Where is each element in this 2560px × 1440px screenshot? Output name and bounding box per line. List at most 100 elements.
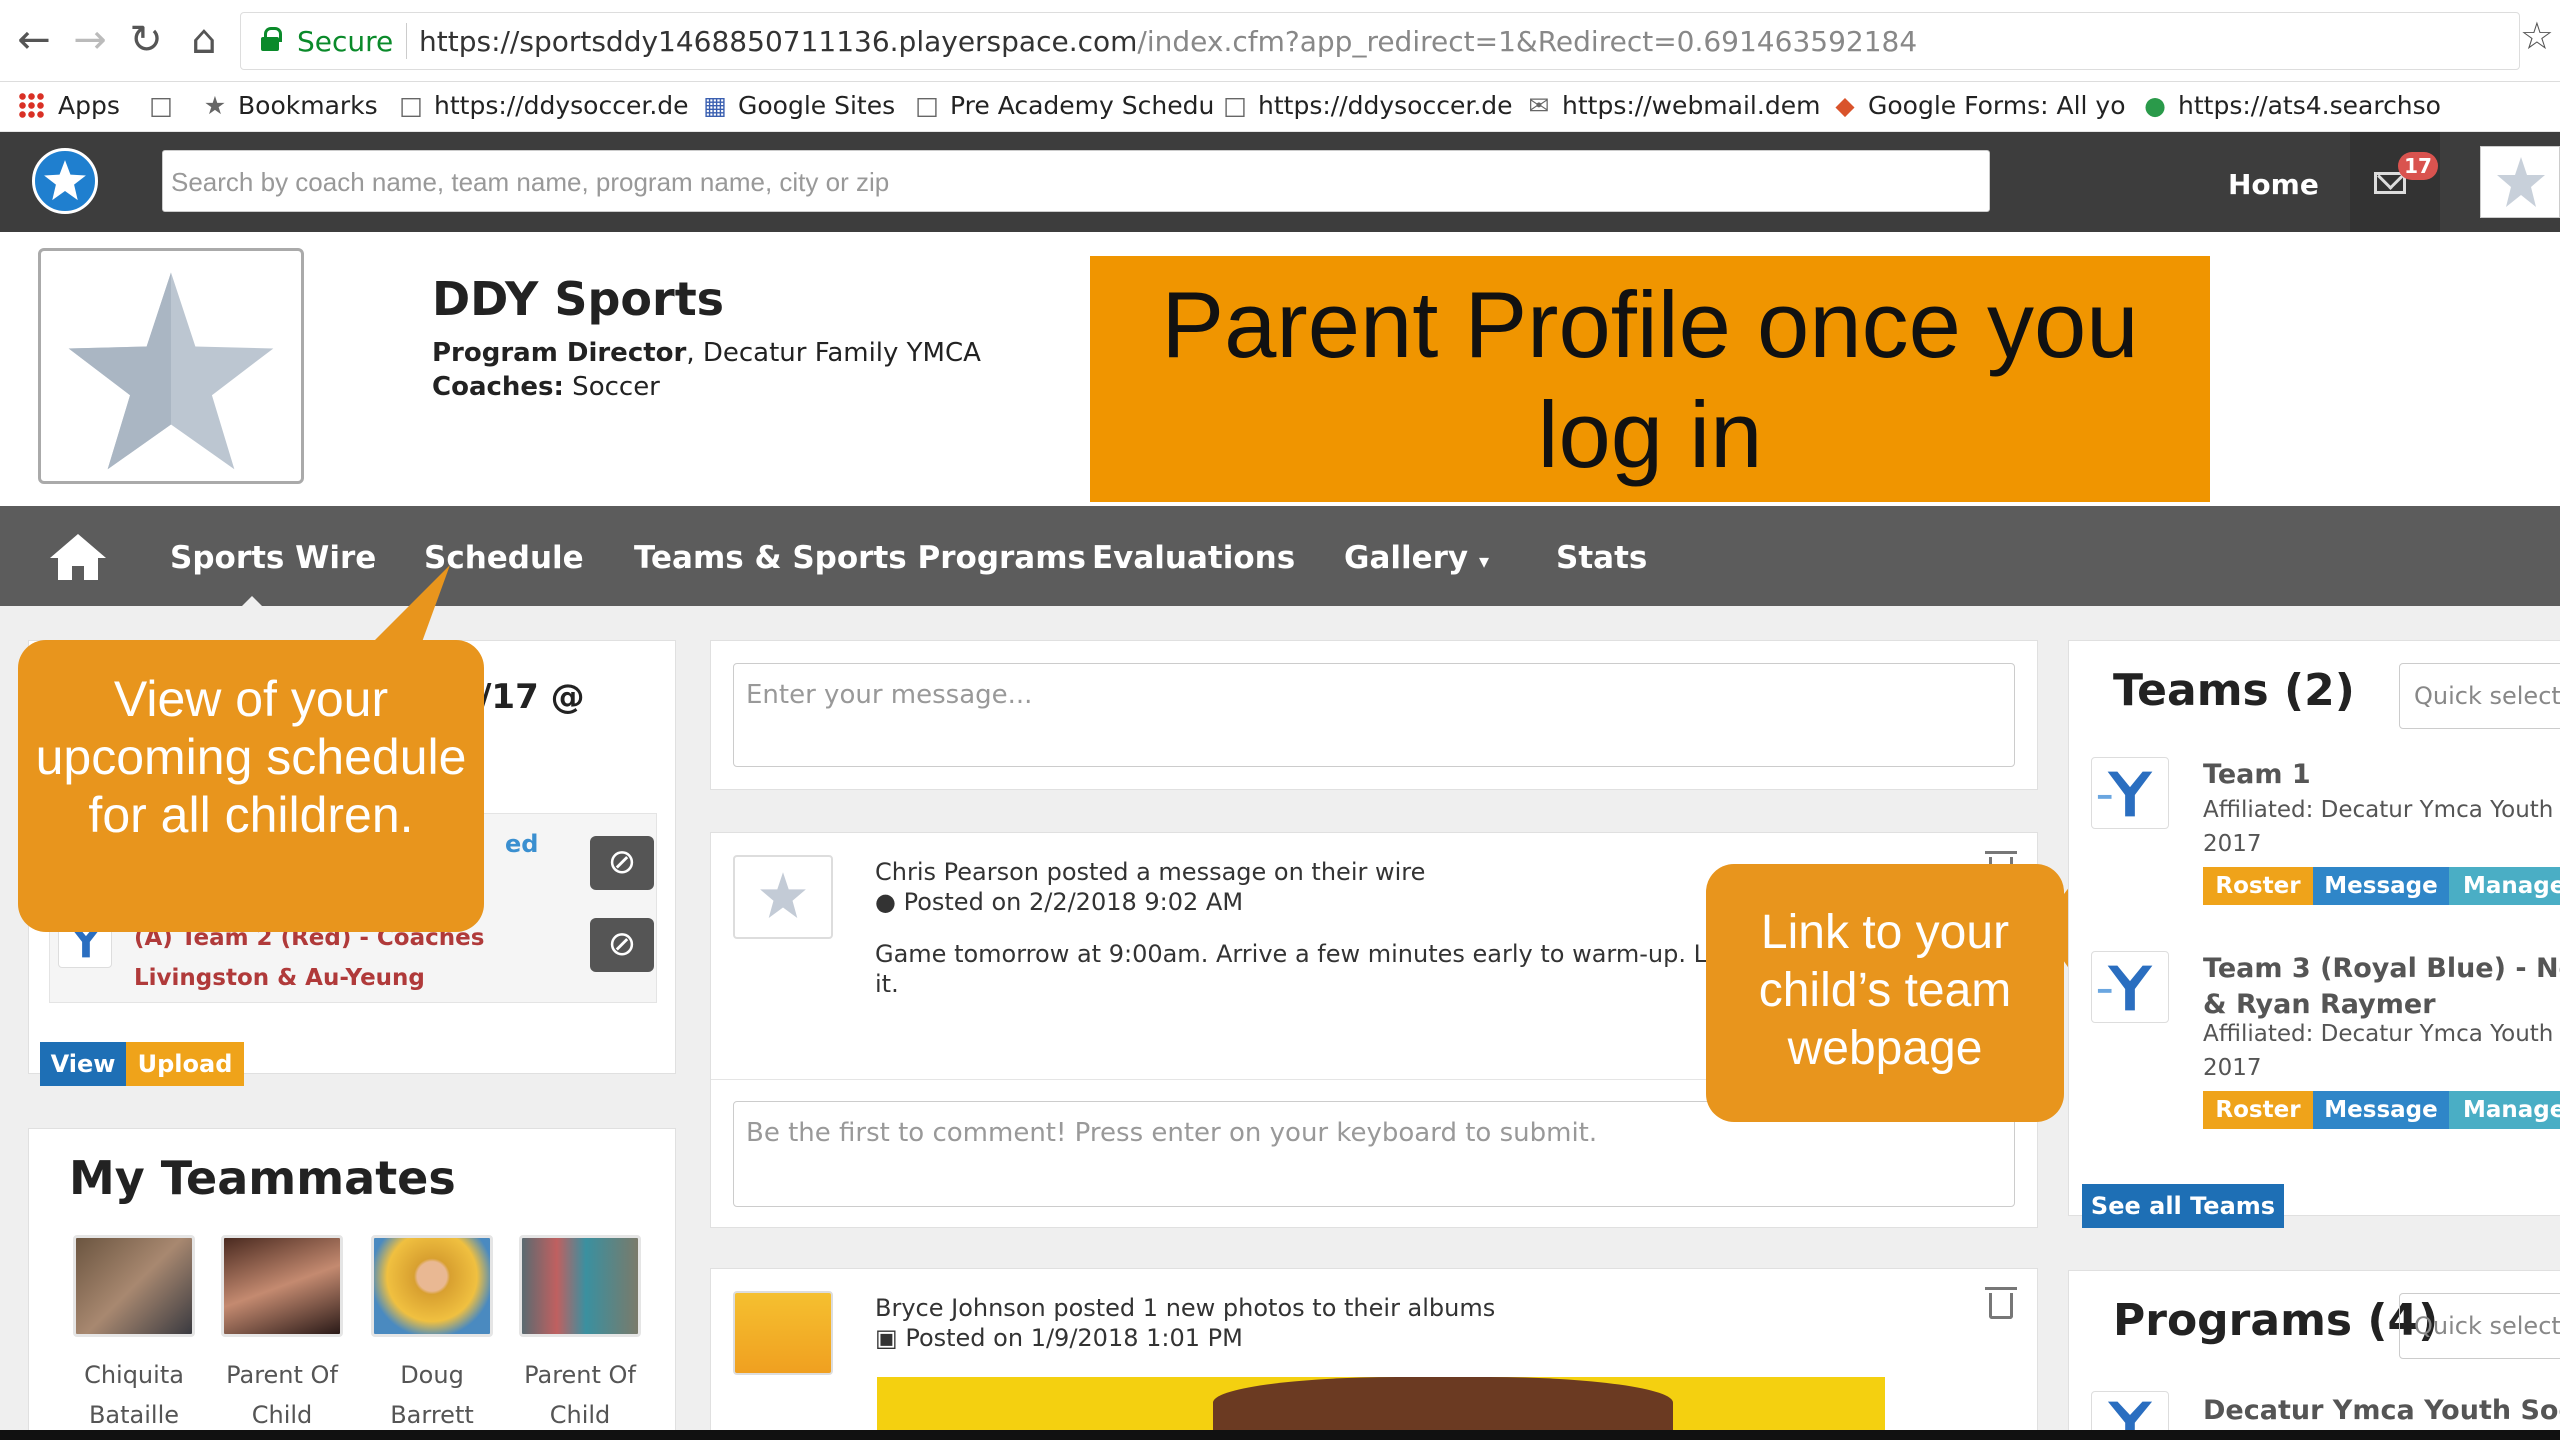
program-name[interactable]: Decatur Ymca Youth Soc (2203, 1393, 2560, 1429)
reload-icon[interactable]: ↻ (122, 16, 170, 64)
mail-icon: ✉ (1528, 91, 1550, 120)
trash-icon[interactable] (1985, 1287, 2017, 1319)
team-actions: Roster Message Manage (2203, 1091, 2560, 1129)
schedule-callout: View of your upcoming schedule for all c… (18, 640, 484, 932)
ats-icon: ● (2144, 91, 2166, 120)
teammate-card[interactable]: Chiquita Bataille (69, 1235, 199, 1435)
post-title: Bryce Johnson posted 1 new photos to the… (875, 1294, 1496, 1322)
url-host: https://sportsddy1468850711136.playerspa… (419, 25, 1138, 58)
nav-evaluations[interactable]: Evaluations (1092, 540, 1295, 576)
coaches-label: Coaches: (432, 372, 564, 402)
bookmark-ats4[interactable]: ● https://ats4.searchso (2140, 88, 2441, 124)
teammate-card[interactable]: Parent Of Child (217, 1235, 347, 1435)
user-avatar[interactable] (2480, 146, 2560, 218)
teams-quick-select[interactable]: Quick select (2399, 663, 2560, 729)
teammate-photo (221, 1235, 343, 1337)
schedule-status: ed (505, 830, 539, 858)
manage-button[interactable]: Manage (2449, 867, 2560, 905)
gallery-label: Gallery (1344, 540, 1469, 576)
lock-icon (261, 27, 282, 51)
roster-button[interactable]: Roster (2203, 1091, 2313, 1129)
teammate-card[interactable]: Doug Barrett (367, 1235, 497, 1435)
manage-button[interactable]: Manage (2449, 1091, 2560, 1129)
bookmark-label: https://webmail.dem (1562, 91, 1821, 120)
bookmark-label: https://ats4.searchso (2178, 91, 2441, 120)
back-arrow-icon[interactable]: ← (10, 16, 58, 64)
bookmark-bookmarks[interactable]: ★ Bookmarks (200, 88, 378, 124)
teammate-photo (371, 1235, 493, 1337)
home-icon[interactable] (48, 532, 108, 582)
programs-quick-select[interactable]: Quick select (2399, 1293, 2560, 1359)
team-name[interactable]: Team 1 (2203, 757, 2311, 793)
teammate-name: Parent Of Child (217, 1355, 347, 1435)
home-link[interactable]: Home (2228, 168, 2319, 201)
bookmark-page[interactable]: □ (146, 88, 184, 124)
home-icon[interactable]: ⌂ (180, 16, 228, 64)
message-button[interactable]: Message (2313, 867, 2449, 905)
team-name[interactable]: Team 3 (Royal Blue) - Ne & Ryan Raymer (2203, 951, 2560, 1023)
post-timestamp: ● Posted on 2/2/2018 9:02 AM (875, 887, 1425, 917)
bookmark-ddysoccer-2[interactable]: □ https://ddysoccer.de (1220, 88, 1513, 124)
cancel-ban-icon[interactable]: ⊘ (590, 836, 654, 890)
upload-button[interactable]: Upload (126, 1042, 244, 1086)
playerspace-logo-icon[interactable] (32, 148, 98, 214)
coaches-value: Soccer (563, 372, 660, 402)
url-text: https://sportsddy1468850711136.playerspa… (419, 25, 1917, 58)
teams-title: Teams (2) (2113, 665, 2355, 716)
bookmark-star-icon[interactable]: ☆ (2520, 14, 2554, 58)
page-icon: □ (149, 91, 173, 120)
team-actions: Roster Message Manage (2203, 867, 2560, 905)
bookmark-apps[interactable]: Apps (18, 88, 120, 124)
roster-button[interactable]: Roster (2203, 867, 2313, 905)
bookmark-label: https://ddysoccer.de (1258, 91, 1513, 120)
team-aff-text: Affiliated: Decatur Ymca Youth (2203, 797, 2554, 823)
cancel-ban-icon[interactable]: ⊘ (590, 918, 654, 972)
post-header: Chris Pearson posted a message on their … (875, 857, 1425, 917)
bookmark-pre-academy[interactable]: □ Pre Academy Schedu (912, 88, 1214, 124)
poster-avatar[interactable] (733, 855, 833, 939)
teammates-panel: My Teammates Chiquita Bataille Parent Of C… (28, 1128, 676, 1440)
site-search-input[interactable]: Search by coach name, team name, program… (162, 150, 1990, 212)
star-avatar-icon (68, 272, 274, 470)
messages-button[interactable]: 17 (2350, 132, 2440, 232)
address-bar[interactable]: Secure https://sportsddy1468850711136.pl… (240, 12, 2520, 70)
team-affiliation: Affiliated: Decatur Ymca Youth 2017 (2203, 1017, 2553, 1085)
bookmark-label: Bookmarks (238, 91, 378, 120)
team-year: 2017 (2203, 1055, 2262, 1081)
bookmark-google-sites[interactable]: ▦ Google Sites (700, 88, 895, 124)
post-message-panel: Enter your message... (710, 640, 2038, 790)
bookmark-label: Google Sites (738, 91, 896, 120)
bookmark-webmail[interactable]: ✉ https://webmail.dem (1524, 88, 1821, 124)
nav-gallery[interactable]: Gallery ▾ (1344, 540, 1489, 576)
post-timestamp: ▣ Posted on 1/9/2018 1:01 PM (875, 1323, 1495, 1353)
mail-count-badge: 17 (2398, 152, 2438, 180)
nav-teams-programs[interactable]: Teams & Sports Programs (634, 540, 1086, 576)
teammate-card[interactable]: Parent Of Child (515, 1235, 645, 1435)
bookmark-ddysoccer[interactable]: □ https://ddysoccer.de (396, 88, 688, 124)
post-title: Chris Pearson posted a message on their … (875, 858, 1426, 886)
see-all-teams-button[interactable]: See all Teams (2082, 1184, 2284, 1228)
url-divider (406, 23, 407, 59)
team-link-callout: Link to your child’s team webpage (1706, 864, 2064, 1122)
parent-profile-callout: Parent Profile once you log in (1090, 256, 2210, 502)
taskbar-edge (0, 1430, 2560, 1440)
view-button[interactable]: View (40, 1042, 126, 1086)
nav-stats[interactable]: Stats (1556, 540, 1647, 576)
team-aff-text: Affiliated: Decatur Ymca Youth (2203, 1021, 2554, 1047)
forward-arrow-icon[interactable]: → (66, 16, 114, 64)
profile-name: DDY Sports (432, 272, 725, 326)
page-icon: □ (399, 91, 423, 120)
post-header: Bryce Johnson posted 1 new photos to the… (875, 1293, 1495, 1353)
teammate-name: Parent Of Child (515, 1355, 645, 1435)
team-affiliation: Affiliated: Decatur Ymca Youth 2017 (2203, 793, 2553, 861)
profile-picture[interactable] (38, 248, 304, 484)
role-label: Program Director (432, 338, 687, 368)
bookmark-google-forms[interactable]: ◆ Google Forms: All yo (1830, 88, 2126, 124)
wire-post: Bryce Johnson posted 1 new photos to the… (710, 1268, 2038, 1440)
ymca-logo-icon[interactable] (2091, 757, 2169, 829)
bookmark-label: Google Forms: All yo (1868, 91, 2126, 120)
ymca-logo-icon[interactable] (2091, 951, 2169, 1023)
message-input[interactable]: Enter your message... (733, 663, 2015, 767)
message-button[interactable]: Message (2313, 1091, 2449, 1129)
poster-avatar[interactable] (733, 1291, 833, 1375)
